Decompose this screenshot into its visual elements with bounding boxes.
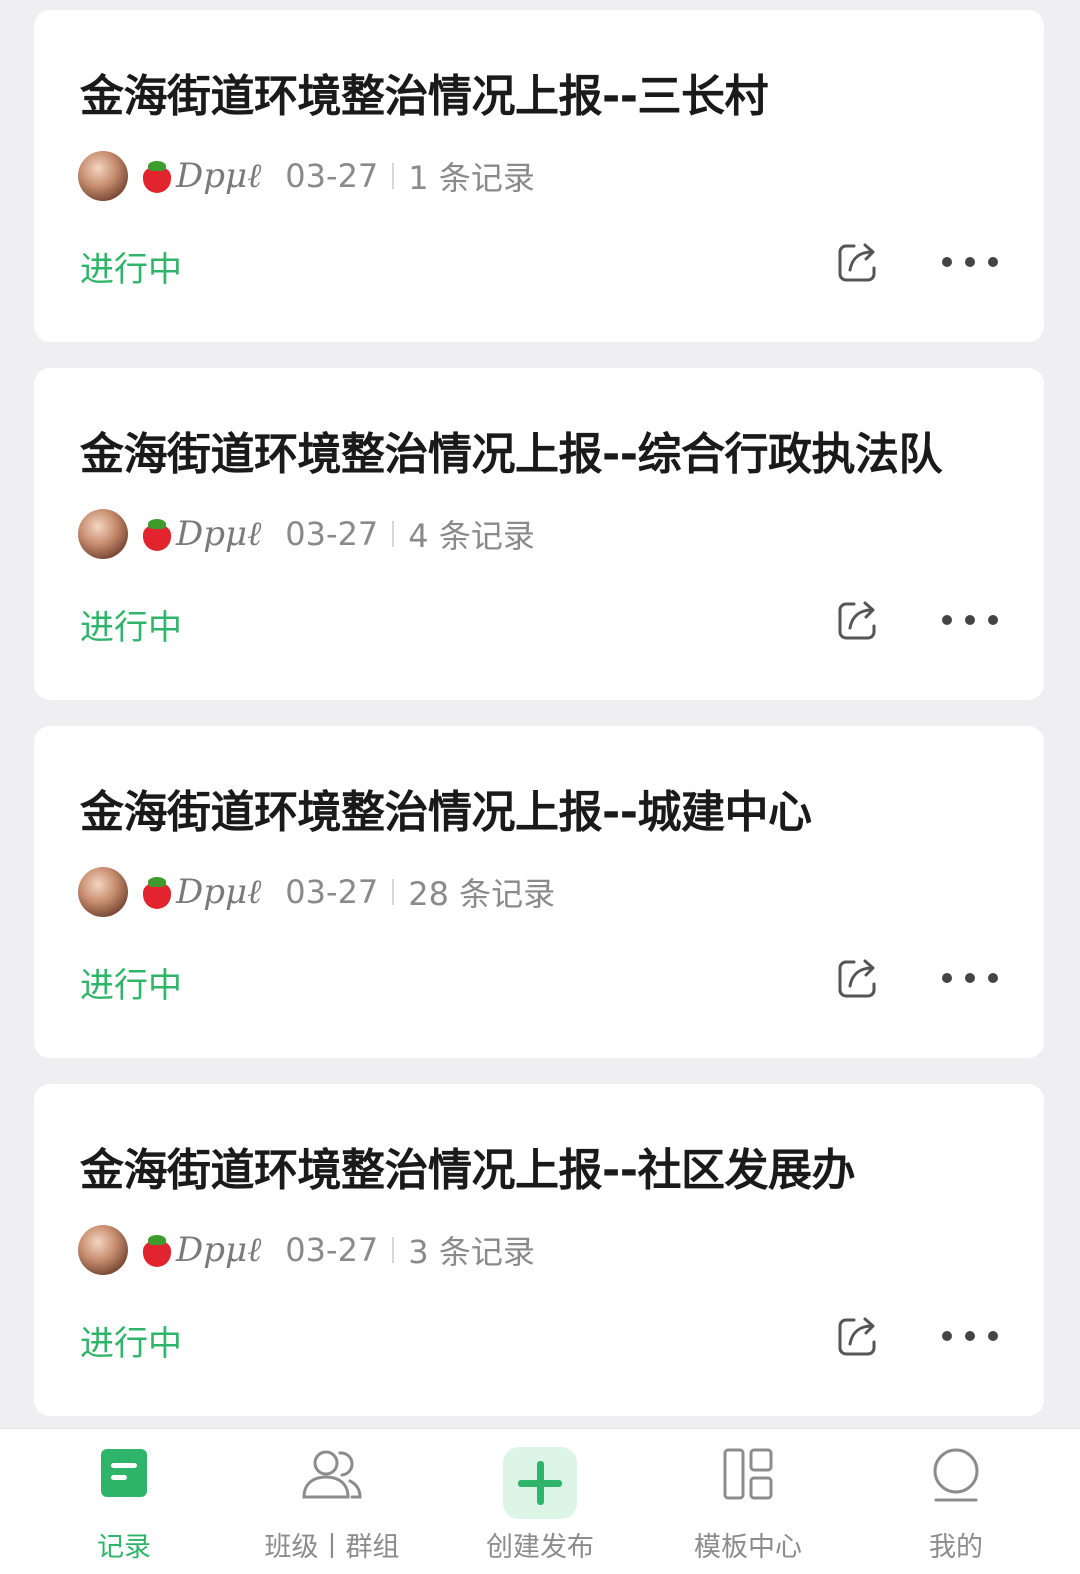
- card-date: 03-27: [285, 873, 379, 911]
- card-meta: Dpμℓ 03-27 3 条记录: [78, 1224, 535, 1276]
- status-label: 进行中: [80, 608, 182, 648]
- share-icon[interactable]: [834, 238, 882, 286]
- record-card[interactable]: 金海街道环境整治情况上报--社区发展办 Dpμℓ 03-27 3 条记录 进行中: [34, 1084, 1044, 1416]
- bottom-tab-bar: 记录 班级丨群组 创建发布 模板中心 我的: [0, 1428, 1080, 1574]
- avatar: [78, 151, 128, 201]
- card-title[interactable]: 金海街道环境整治情况上报--城建中心: [80, 776, 812, 840]
- record-card[interactable]: 金海街道环境整治情况上报--三长村 Dpμℓ 03-27 1 条记录 进行中: [34, 10, 1044, 342]
- card-meta: Dpμℓ 03-27 4 条记录: [78, 508, 535, 560]
- strawberry-emoji-icon: [142, 1233, 172, 1267]
- status-label: 进行中: [80, 1324, 182, 1364]
- share-icon[interactable]: [834, 1312, 882, 1360]
- tab-label: 班级丨群组: [264, 1532, 400, 1563]
- meta-divider: [392, 521, 395, 547]
- tab-label: 记录: [97, 1532, 151, 1563]
- card-title[interactable]: 金海街道环境整治情况上报--综合行政执法队: [80, 418, 943, 482]
- more-options-icon[interactable]: [942, 600, 998, 640]
- more-options-icon[interactable]: [942, 242, 998, 282]
- author-name: Dpμℓ: [176, 872, 262, 912]
- share-icon[interactable]: [834, 596, 882, 644]
- record-count: 3 条记录: [408, 1233, 535, 1271]
- card-meta: Dpμℓ 03-27 28 条记录: [78, 866, 555, 918]
- status-label: 进行中: [80, 250, 182, 290]
- tab-create[interactable]: 创建发布: [432, 1429, 648, 1574]
- tab-label: 我的: [929, 1532, 983, 1563]
- author-name: Dpμℓ: [176, 1230, 262, 1270]
- tab-profile[interactable]: 我的: [848, 1429, 1064, 1574]
- card-date: 03-27: [285, 1231, 379, 1269]
- plus-icon: [503, 1447, 577, 1523]
- tab-templates[interactable]: 模板中心: [640, 1429, 856, 1574]
- template-icon: [722, 1447, 774, 1505]
- card-title[interactable]: 金海街道环境整治情况上报--三长村: [80, 60, 769, 124]
- tab-groups[interactable]: 班级丨群组: [224, 1429, 440, 1574]
- author-name: Dpμℓ: [176, 514, 262, 554]
- record-card[interactable]: 金海街道环境整治情况上报--综合行政执法队 Dpμℓ 03-27 4 条记录 进…: [34, 368, 1044, 700]
- record-count: 4 条记录: [408, 517, 535, 555]
- author-name: Dpμℓ: [176, 156, 262, 196]
- more-options-icon[interactable]: [942, 1316, 998, 1356]
- record-count: 28 条记录: [408, 875, 556, 913]
- meta-divider: [392, 1237, 395, 1263]
- group-icon: [300, 1447, 364, 1505]
- strawberry-emoji-icon: [142, 517, 172, 551]
- avatar: [78, 867, 128, 917]
- profile-icon: [930, 1447, 982, 1507]
- tab-label: 模板中心: [694, 1532, 802, 1563]
- card-date: 03-27: [285, 157, 379, 195]
- meta-divider: [392, 879, 395, 905]
- meta-divider: [392, 163, 395, 189]
- strawberry-emoji-icon: [142, 159, 172, 193]
- share-icon[interactable]: [834, 954, 882, 1002]
- strawberry-emoji-icon: [142, 875, 172, 909]
- card-date: 03-27: [285, 515, 379, 553]
- avatar: [78, 1225, 128, 1275]
- more-options-icon[interactable]: [942, 958, 998, 998]
- card-title[interactable]: 金海街道环境整治情况上报--社区发展办: [80, 1134, 856, 1198]
- card-meta: Dpμℓ 03-27 1 条记录: [78, 150, 535, 202]
- avatar: [78, 509, 128, 559]
- tab-label: 创建发布: [486, 1532, 594, 1563]
- record-count: 1 条记录: [408, 159, 535, 197]
- tab-records[interactable]: 记录: [16, 1429, 232, 1574]
- record-icon: [99, 1447, 149, 1503]
- record-card[interactable]: 金海街道环境整治情况上报--城建中心 Dpμℓ 03-27 28 条记录 进行中: [34, 726, 1044, 1058]
- status-label: 进行中: [80, 966, 182, 1006]
